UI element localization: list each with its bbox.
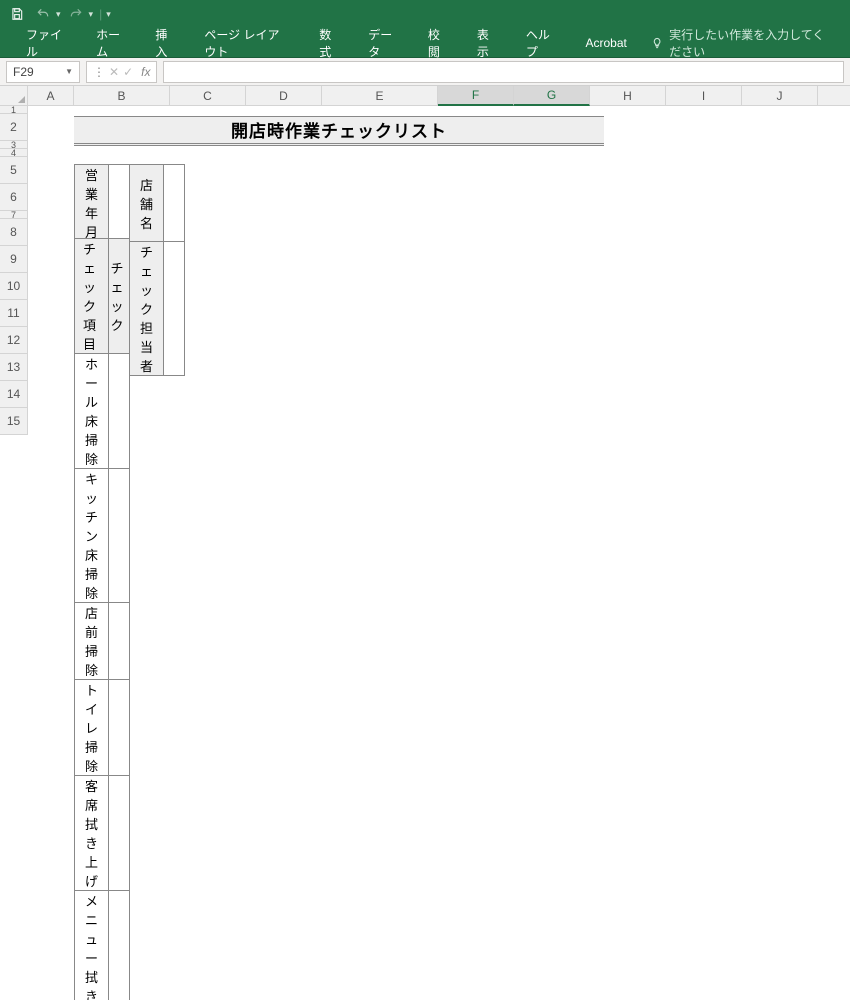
checklist-check-cell[interactable] — [109, 354, 130, 469]
worksheet-grid[interactable]: ABCDEFGHIJ 123456789101112131415 開店時作業チェ… — [0, 86, 850, 435]
table-row: 店前掃除 — [75, 603, 130, 680]
checklist-item-cell[interactable]: ホール床掃除 — [75, 354, 109, 469]
tab-view[interactable]: 表示 — [463, 20, 512, 66]
undo-icon[interactable] — [32, 3, 54, 25]
row-header-15[interactable]: 15 — [0, 408, 28, 435]
row-headers: 123456789101112131415 — [0, 106, 28, 435]
lightbulb-icon — [651, 36, 663, 50]
column-header-C[interactable]: C — [170, 86, 246, 105]
column-headers: ABCDEFGHIJ — [0, 86, 850, 106]
row-header-2[interactable]: 2 — [0, 114, 28, 141]
row-header-11[interactable]: 11 — [0, 300, 28, 327]
name-box-value: F29 — [13, 65, 34, 79]
row-header-4[interactable]: 4 — [0, 149, 28, 157]
checklist-item-cell[interactable]: 店前掃除 — [75, 603, 109, 680]
tell-me-search[interactable]: 実行したい作業を入力してください — [641, 20, 846, 66]
table-row: メニュー拭き上げ — [75, 891, 130, 1000]
formula-input[interactable] — [163, 61, 844, 83]
checklist-table: チェック項目 チェック ホール床掃除キッチン床掃除店前掃除トイレ掃除客席拭き上げ… — [74, 238, 130, 1000]
header-check: チェック — [109, 239, 130, 354]
tab-help[interactable]: ヘルプ — [512, 20, 572, 66]
cell-business-month[interactable] — [109, 165, 130, 242]
row-header-6[interactable]: 6 — [0, 184, 28, 211]
column-header-D[interactable]: D — [246, 86, 322, 105]
row-header-9[interactable]: 9 — [0, 246, 28, 273]
cell-checker[interactable] — [164, 242, 185, 376]
checklist-check-cell[interactable] — [109, 776, 130, 891]
row-header-10[interactable]: 10 — [0, 273, 28, 300]
table-row: 客席拭き上げ — [75, 776, 130, 891]
table-row: トイレ掃除 — [75, 680, 130, 776]
row-header-13[interactable]: 13 — [0, 354, 28, 381]
table-row: 営業年月 店舗名 — [75, 165, 185, 242]
cells-area[interactable]: 開店時作業チェックリスト 営業年月 店舗名 営業日 チェック担当者 — [28, 106, 850, 435]
cancel-icon[interactable]: ✕ — [109, 65, 119, 79]
row-header-12[interactable]: 12 — [0, 327, 28, 354]
ribbon-tabs: ファイル ホーム 挿入 ページ レイアウト 数式 データ 校閲 表示 ヘルプ A… — [0, 28, 850, 58]
table-header-row: チェック項目 チェック — [75, 239, 130, 354]
tab-insert[interactable]: 挿入 — [141, 20, 190, 66]
select-all-corner[interactable] — [0, 86, 28, 105]
tab-file[interactable]: ファイル — [12, 20, 82, 66]
label-store-name: 店舗名 — [130, 165, 164, 242]
column-header-F[interactable]: F — [438, 86, 514, 106]
row-header-7[interactable]: 7 — [0, 211, 28, 219]
checklist-check-cell[interactable] — [109, 891, 130, 1000]
column-header-A[interactable]: A — [28, 86, 74, 105]
tab-pagelayout[interactable]: ページ レイアウト — [190, 20, 305, 66]
header-check-item: チェック項目 — [75, 239, 109, 354]
document-title: 開店時作業チェックリスト — [74, 116, 604, 146]
qat-customize-icon[interactable]: ▾ — [106, 9, 111, 20]
row-header-1[interactable]: 1 — [0, 106, 28, 114]
row-header-14[interactable]: 14 — [0, 381, 28, 408]
row-header-3[interactable]: 3 — [0, 141, 28, 149]
checklist-item-cell[interactable]: トイレ掃除 — [75, 680, 109, 776]
tab-data[interactable]: データ — [354, 20, 414, 66]
cell-store-name[interactable] — [164, 165, 185, 242]
column-header-B[interactable]: B — [74, 86, 170, 105]
label-business-month: 営業年月 — [75, 165, 109, 242]
name-box[interactable]: F29 ▼ — [6, 61, 80, 83]
checklist-item-cell[interactable]: メニュー拭き上げ — [75, 891, 109, 1000]
undo-dropdown-icon[interactable]: ▾ — [56, 9, 61, 20]
column-header-E[interactable]: E — [322, 86, 438, 105]
checklist-check-cell[interactable] — [109, 469, 130, 603]
column-header-H[interactable]: H — [590, 86, 666, 105]
enter-icon[interactable]: ✓ — [123, 65, 133, 79]
checklist-item-cell[interactable]: キッチン床掃除 — [75, 469, 109, 603]
tab-formulas[interactable]: 数式 — [305, 20, 354, 66]
column-header-J[interactable]: J — [742, 86, 818, 105]
row-header-8[interactable]: 8 — [0, 219, 28, 246]
save-icon[interactable] — [6, 3, 28, 25]
redo-dropdown-icon[interactable]: ▾ — [89, 9, 94, 20]
table-row: キッチン床掃除 — [75, 469, 130, 603]
tab-acrobat[interactable]: Acrobat — [571, 30, 640, 56]
checklist-check-cell[interactable] — [109, 680, 130, 776]
tab-review[interactable]: 校閲 — [414, 20, 463, 66]
table-row: ホール床掃除 — [75, 354, 130, 469]
tell-me-label: 実行したい作業を入力してください — [669, 26, 836, 60]
formula-buttons: ⋮ ✕ ✓ fx — [86, 61, 157, 83]
label-checker: チェック担当者 — [130, 242, 164, 376]
checklist-check-cell[interactable] — [109, 603, 130, 680]
checklist-item-cell[interactable]: 客席拭き上げ — [75, 776, 109, 891]
column-header-G[interactable]: G — [514, 86, 590, 106]
tab-home[interactable]: ホーム — [82, 20, 141, 66]
fx-icon[interactable]: fx — [141, 65, 150, 79]
column-header-I[interactable]: I — [666, 86, 742, 105]
formula-bar: F29 ▼ ⋮ ✕ ✓ fx — [0, 58, 850, 86]
redo-icon[interactable] — [65, 3, 87, 25]
chevron-down-icon: ▼ — [65, 67, 73, 76]
row-header-5[interactable]: 5 — [0, 157, 28, 184]
